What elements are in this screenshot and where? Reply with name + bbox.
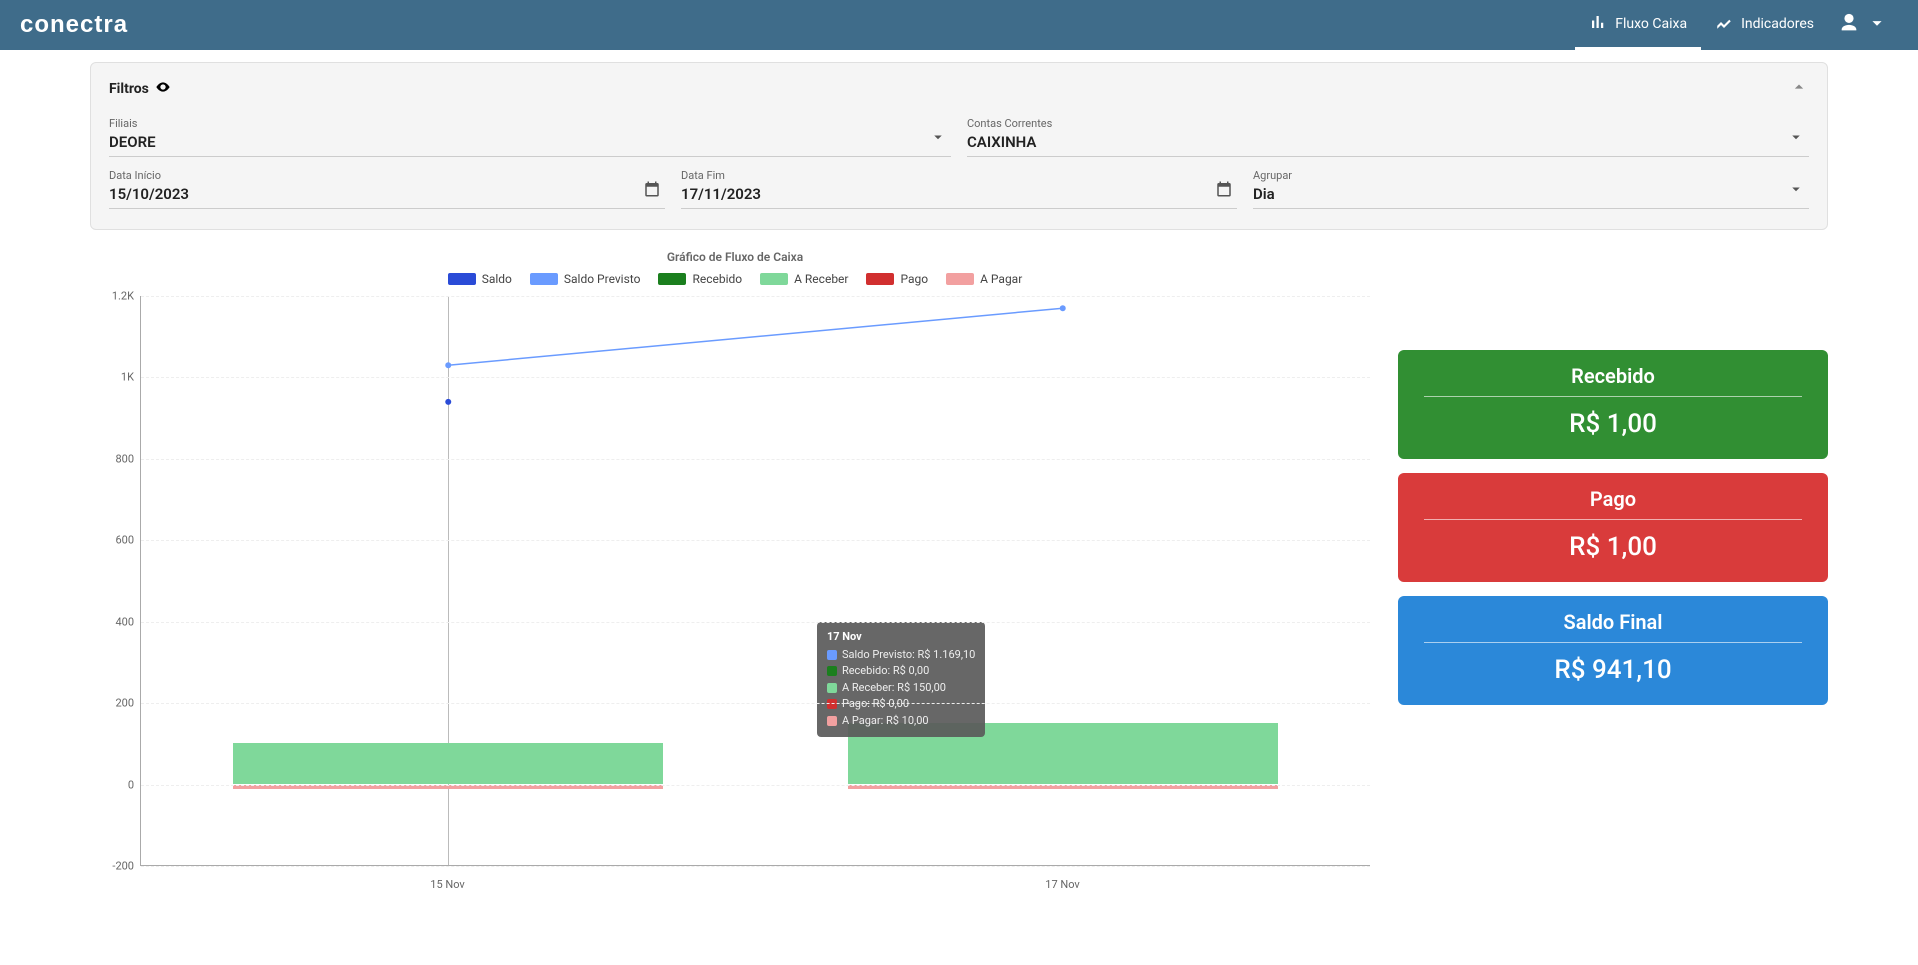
brand-logo: conectra (20, 11, 128, 39)
filiais-value: DEORE (109, 133, 156, 151)
chart-plot[interactable]: -20002004006008001K1.2K 17 Nov Saldo Pre… (90, 296, 1380, 896)
card-recebido-label: Recebido (1424, 364, 1802, 397)
person-icon (1838, 12, 1860, 38)
contas-value: CAIXINHA (967, 133, 1036, 151)
legend-pago[interactable]: Pago (866, 272, 928, 286)
card-saldo-value: R$ 941,10 (1424, 655, 1802, 685)
chart-title: Gráfico de Fluxo de Caixa (90, 250, 1380, 264)
legend-a-receber[interactable]: A Receber (760, 272, 848, 286)
legend-a-pagar[interactable]: A Pagar (946, 272, 1022, 286)
data-fim-field[interactable]: Data Fim 17/11/2023 (681, 165, 1237, 209)
card-pago-label: Pago (1424, 487, 1802, 520)
app-header: conectra Fluxo Caixa Indicadores (0, 0, 1918, 50)
eye-icon[interactable] (155, 79, 171, 99)
card-recebido-value: R$ 1,00 (1424, 409, 1802, 439)
collapse-filters-button[interactable] (1789, 77, 1809, 101)
chart-legend: Saldo Saldo Previsto Recebido A Receber … (90, 272, 1380, 286)
card-saldo-label: Saldo Final (1424, 610, 1802, 643)
calendar-icon[interactable] (643, 180, 661, 202)
card-recebido: Recebido R$ 1,00 (1398, 350, 1828, 459)
card-saldo-final: Saldo Final R$ 941,10 (1398, 596, 1828, 705)
filters-title: Filtros (109, 79, 171, 99)
card-pago-value: R$ 1,00 (1424, 532, 1802, 562)
calendar-icon[interactable] (1215, 180, 1233, 202)
legend-recebido[interactable]: Recebido (658, 272, 742, 286)
chevron-down-icon (929, 128, 947, 150)
legend-saldo[interactable]: Saldo (448, 272, 512, 286)
nav-fluxo-caixa[interactable]: Fluxo Caixa (1575, 0, 1701, 50)
inicio-value: 15/10/2023 (109, 185, 189, 203)
nav-indicadores[interactable]: Indicadores (1701, 0, 1828, 50)
nav-indic-label: Indicadores (1741, 16, 1814, 32)
bar-chart-icon (1589, 13, 1607, 35)
legend-saldo-previsto[interactable]: Saldo Previsto (530, 272, 641, 286)
fim-value: 17/11/2023 (681, 185, 761, 203)
analytics-icon (1715, 13, 1733, 35)
filters-panel: Filtros Filiais DEORE Contas Correntes C… (90, 62, 1828, 230)
chevron-down-icon (1787, 128, 1805, 150)
agrupar-select[interactable]: Agrupar Dia (1253, 165, 1809, 209)
agrupar-label: Agrupar (1253, 169, 1809, 182)
contas-select[interactable]: Contas Correntes CAIXINHA (967, 113, 1809, 157)
chevron-down-icon (1866, 12, 1888, 38)
data-inicio-field[interactable]: Data Início 15/10/2023 (109, 165, 665, 209)
chevron-down-icon (1787, 180, 1805, 202)
card-pago: Pago R$ 1,00 (1398, 473, 1828, 582)
contas-label: Contas Correntes (967, 117, 1809, 130)
filiais-label: Filiais (109, 117, 951, 130)
agrupar-value: Dia (1253, 185, 1275, 203)
user-menu[interactable] (1828, 12, 1898, 38)
inicio-label: Data Início (109, 169, 665, 182)
nav-fluxo-label: Fluxo Caixa (1615, 16, 1687, 32)
fim-label: Data Fim (681, 169, 1237, 182)
chart-container: Gráfico de Fluxo de Caixa Saldo Saldo Pr… (90, 250, 1380, 896)
filiais-select[interactable]: Filiais DEORE (109, 113, 951, 157)
